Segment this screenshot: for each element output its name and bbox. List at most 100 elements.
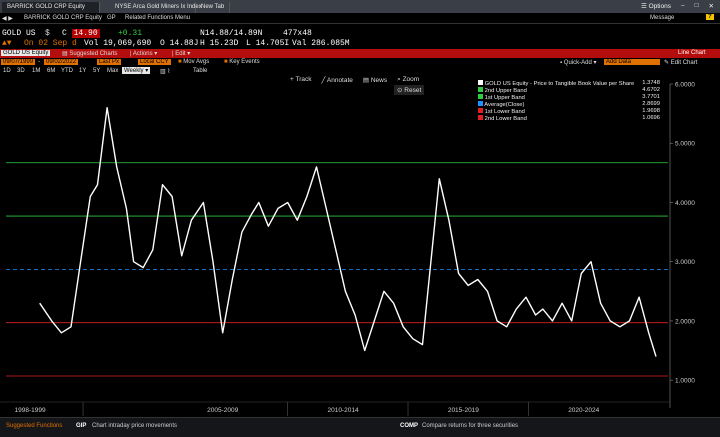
currency-select[interactable]: Local CCY: [138, 59, 171, 65]
start-date-field[interactable]: 09/07/1999: [1, 59, 36, 65]
window-title-bar: BARRICK GOLD CRP Equity NYSE Arca Gold M…: [0, 0, 720, 13]
key-events-checkbox[interactable]: ■ Key Events: [224, 59, 260, 65]
comp-description[interactable]: Compare returns for three securities: [422, 423, 518, 429]
ticker-stats: ▲▼ On 02 Sep d Vol 19,069,690 O 14.88J H…: [0, 39, 720, 49]
suggested-charts-button[interactable]: ▤ Suggested Charts: [62, 50, 117, 57]
currency: $: [45, 29, 50, 38]
traded-value: Val 286.085M: [292, 39, 350, 48]
legend-row: 1st Upper Band 3.7701: [478, 94, 660, 101]
tab-gold-miners[interactable]: NYSE Arca Gold Miners Ix Index: [110, 2, 202, 13]
x-period-label: 2020-2024: [568, 407, 599, 414]
message-button[interactable]: Message: [650, 15, 674, 21]
chart-toolbar: GOLD US Equity ▤ Suggested Charts | Acti…: [0, 49, 720, 58]
legend-swatch: [478, 87, 483, 92]
chart-area[interactable]: 6.0000 5.0000 4.0000 3.0000 2.0000 1.0000 199…: [0, 76, 720, 417]
y-tick-label: 4.0000: [675, 200, 695, 207]
chart-legend: GOLD US Equity - Price to Tangible Book …: [478, 80, 660, 122]
question-icon[interactable]: ?: [706, 14, 714, 20]
function-code[interactable]: GP: [107, 15, 116, 21]
period-ytd[interactable]: YTD: [61, 68, 73, 74]
legend-swatch: [478, 101, 483, 106]
minimize-icon[interactable]: –: [681, 2, 685, 10]
zoom-button[interactable]: ⌕ Zoom: [397, 76, 419, 84]
x-period-label: 2005-2009: [207, 407, 238, 414]
edit-chart-button[interactable]: ✎ Edit Chart: [664, 59, 697, 66]
period-6m[interactable]: 6M: [47, 68, 55, 74]
low-price: L 14.705I: [246, 39, 290, 48]
add-data-field[interactable]: Add Data: [604, 59, 660, 65]
open-price: O 14.88J: [160, 39, 199, 48]
mov-avgs-checkbox[interactable]: ■ Mov Avgs: [178, 59, 209, 65]
comp-function[interactable]: COMP: [400, 423, 418, 429]
news-button[interactable]: ▤ News: [363, 76, 387, 84]
news-label: News: [370, 77, 388, 84]
period-3d[interactable]: 3D: [17, 68, 25, 74]
legend-value: 2.8699: [642, 101, 660, 107]
period-1m[interactable]: 1M: [32, 68, 40, 74]
x-period-label: 2015-2019: [448, 407, 479, 414]
reset-label: Reset: [404, 87, 422, 94]
price-field-select[interactable]: Last Px: [97, 59, 122, 65]
trade-date: On 02 Sep d: [24, 39, 77, 48]
period-max[interactable]: Max: [107, 68, 118, 74]
back-icon[interactable]: ◀ ▶: [2, 15, 13, 22]
reset-button[interactable]: ⊙ Reset: [394, 85, 425, 95]
frequency-select[interactable]: Weekly ▾: [122, 67, 151, 74]
security-field[interactable]: GOLD US Equity: [1, 50, 51, 56]
function-bar: ◀ ▶ BARRICK GOLD CRP Equity GP Related F…: [0, 13, 720, 24]
edit-label: Edit: [175, 51, 186, 57]
last-price: C 14.90: [62, 29, 100, 38]
close-icon[interactable]: ✕: [709, 2, 714, 10]
legend-row: 2nd Lower Band 1.0696: [478, 115, 660, 122]
edit-chart-label: Edit Chart: [670, 60, 698, 66]
gip-function[interactable]: GIP: [76, 423, 86, 429]
legend-value: 1.0696: [642, 115, 660, 121]
legend-swatch: [478, 115, 483, 120]
legend-swatch: [478, 94, 483, 99]
quick-add-button[interactable]: ▪ Quick-Add ▾: [560, 59, 597, 66]
bid-ask: N14.88/14.89N: [200, 29, 263, 38]
legend-label: 2nd Lower Band: [484, 116, 527, 122]
security-title[interactable]: BARRICK GOLD CRP Equity: [24, 15, 102, 21]
mov-avgs-label: Mov Avgs: [183, 59, 210, 65]
chart-icons[interactable]: ▥ ⌇: [160, 68, 170, 75]
options-button[interactable]: ☰ Options: [641, 2, 671, 10]
legend-value: 1.3748: [642, 80, 660, 86]
y-tick-label: 6.0000: [675, 82, 695, 89]
annotate-label: Annotate: [326, 77, 353, 84]
volume: Vol 19,069,690: [84, 39, 152, 48]
maximize-icon[interactable]: □: [695, 2, 699, 10]
chart-svg[interactable]: 6.0000 5.0000 4.0000 3.0000 2.0000 1.0000 199…: [0, 76, 720, 417]
legend-swatch: [478, 108, 483, 113]
tab-new[interactable]: New Tab: [196, 2, 230, 13]
tab-label: BARRICK GOLD CRP Equity: [7, 4, 85, 10]
annotate-button[interactable]: ╱ Annotate: [322, 76, 353, 84]
period-5y[interactable]: 5Y: [93, 68, 100, 74]
legend-swatch: [478, 80, 483, 85]
y-tick-label: 2.0000: [675, 318, 695, 325]
tab-label: New Tab: [201, 4, 225, 10]
chart-type-label: Line Chart: [678, 50, 706, 56]
related-functions-menu[interactable]: Related Functions Menu: [125, 15, 190, 21]
chart-tools: + Track ╱ Annotate ▤ News ⌕ Zoom: [290, 76, 419, 84]
period-1d[interactable]: 1D: [3, 68, 11, 74]
edit-button[interactable]: | Edit ▾: [172, 50, 190, 57]
actions-button[interactable]: | Actions ▾: [130, 50, 157, 57]
y-tick-label: 1.0000: [675, 378, 695, 385]
key-events-label: Key Events: [229, 59, 260, 65]
suggested-charts-label: Suggested Charts: [69, 51, 118, 57]
legend-row: GOLD US Equity - Price to Tangible Book …: [478, 80, 660, 87]
period-1y[interactable]: 1Y: [79, 68, 86, 74]
tab-barrick[interactable]: BARRICK GOLD CRP Equity: [2, 2, 100, 13]
legend-value: 3.7701: [642, 94, 660, 100]
quick-add-label: Quick-Add: [563, 60, 592, 66]
legend-value: 4.6702: [642, 87, 660, 93]
track-button[interactable]: + Track: [290, 76, 312, 84]
price-to-book-series-line: [39, 107, 657, 357]
end-date-field[interactable]: 09/02/2022: [44, 59, 79, 65]
stats-icon: ▲▼: [2, 39, 12, 48]
legend-value: 1.9698: [642, 108, 660, 114]
suggested-functions-label: Suggested Functions: [6, 423, 63, 429]
gip-description[interactable]: Chart intraday price movements: [92, 423, 177, 429]
table-button[interactable]: Table: [193, 68, 207, 74]
